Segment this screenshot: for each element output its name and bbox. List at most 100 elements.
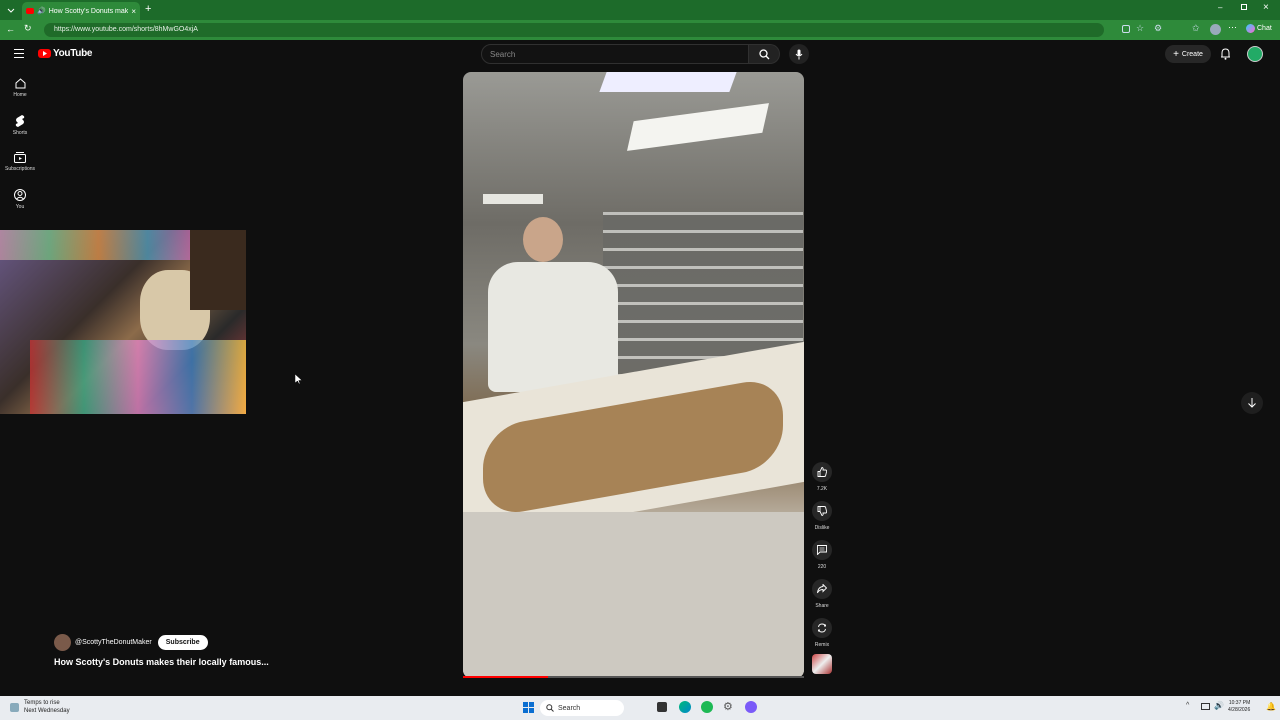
shorts-icon [15,115,25,127]
share-icon [817,584,827,594]
remix-button[interactable] [812,618,832,638]
clock-time: 10:37 PM [1228,700,1251,706]
maximize-button[interactable] [1241,4,1247,10]
edge-icon[interactable] [679,701,691,713]
comment-count: 220 [817,564,827,570]
notifications-icon[interactable] [1220,47,1231,65]
back-icon[interactable]: ← [6,24,15,34]
weather-icon[interactable] [10,703,19,712]
new-tab-button[interactable]: + [145,3,151,15]
taskbar-clock[interactable]: 10:37 PM 4/28/2026 [1228,700,1250,714]
dislike-action: Dislike [810,501,834,531]
short-title[interactable]: How Scotty's Donuts makes their locally … [54,657,269,667]
home-icon [15,78,25,89]
weather-line1: Temps to rise [24,700,60,706]
plus-icon: + [1173,48,1179,60]
tray-chevron-icon[interactable]: ^ [1186,702,1189,709]
settings-icon[interactable]: ⚙ [1154,23,1162,34]
chat-label: Chat [1257,25,1272,32]
comments-button[interactable] [812,540,832,560]
refresh-icon[interactable]: ↻ [24,23,32,34]
comment-icon [817,545,827,555]
browser-tab-bar: 🔊 How Scotty's Donuts makes th × + – × [0,0,1280,20]
account-avatar[interactable] [1247,46,1263,62]
taskbar-search[interactable]: Search [540,700,624,716]
sound-thumbnail[interactable] [812,654,832,674]
taskbar-search-label: Search [558,704,581,712]
share-label: Share [815,603,829,609]
volume-icon[interactable]: 🔊 [1214,701,1224,710]
tab-title: How Scotty's Donuts makes th [48,7,129,15]
voice-search-button[interactable] [789,44,809,64]
minimize-button[interactable]: – [1218,3,1222,12]
arrow-down-icon [1248,398,1256,408]
youtube-favicon-icon [26,8,34,14]
share-button[interactable] [812,579,832,599]
search-icon [546,704,554,712]
video-progress-fill [463,676,549,678]
subscribe-button[interactable]: Subscribe [157,635,208,650]
network-icon[interactable] [1201,703,1210,710]
thumbs-down-icon [817,506,827,516]
search-icon [758,48,769,59]
sidebar-label-home: Home [13,92,27,98]
channel-info: @ScottyTheDonutMaker Subscribe [54,634,208,651]
sidebar-item-you[interactable]: You [4,189,36,210]
comments-action: 220 [810,540,834,570]
notification-bell-icon[interactable]: 🔔 [1266,702,1276,711]
obs-icon[interactable] [745,701,757,713]
sidebar-item-subscriptions[interactable]: Subscriptions [4,152,36,172]
close-window-button[interactable]: × [1263,2,1269,13]
remix-label: Remix [814,642,830,648]
favorite-icon[interactable]: ☆ [1136,23,1144,34]
sidebar-item-home[interactable]: Home [4,78,36,98]
sidebar-label-shorts: Shorts [12,130,28,136]
start-button[interactable] [523,702,534,713]
webcam-overlay [0,230,246,414]
you-icon [14,189,26,201]
dislike-button[interactable] [812,501,832,521]
sidebar-item-shorts[interactable]: Shorts [4,115,36,136]
sidebar-label-subscriptions: Subscriptions [4,166,35,172]
microphone-icon [795,49,803,59]
thumbs-up-icon [817,467,827,477]
settings-app-icon[interactable]: ⚙ [723,700,733,713]
channel-name[interactable]: @ScottyTheDonutMaker [75,639,152,646]
like-count: 7.2K [816,486,828,492]
weather-line2: Next Wednesday [24,708,70,714]
extensions-icon[interactable] [1122,25,1130,33]
sidebar-label-you: You [15,204,25,210]
search-input[interactable]: Search [481,44,749,64]
menu-icon[interactable] [14,49,24,58]
video-progress-bar[interactable] [463,676,804,678]
search-button[interactable] [749,44,780,64]
create-label: Create [1181,50,1203,58]
spotify-icon[interactable] [701,701,713,713]
like-button[interactable] [812,462,832,482]
more-icon[interactable]: ⋯ [1228,22,1237,33]
audio-icon[interactable]: 🔊 [37,7,46,15]
subscriptions-icon [14,152,26,163]
remix-icon [818,623,826,633]
windows-taskbar: Temps to rise Next Wednesday Search ⚙ ^ … [0,696,1280,720]
profile-avatar[interactable] [1210,24,1221,35]
create-button[interactable]: + Create [1165,45,1211,63]
weather-widget[interactable]: Temps to rise Next Wednesday [24,699,70,715]
chat-button[interactable]: Chat [1246,24,1272,33]
short-video-player[interactable] [463,72,804,678]
remix-action: Remix [810,618,834,648]
url-field[interactable]: https://www.youtube.com/shorts/8hMwGO4xj… [44,23,1104,37]
address-bar-row: ← ↻ https://www.youtube.com/shorts/8hMwG… [0,20,1280,40]
browser-tab[interactable]: 🔊 How Scotty's Donuts makes th × [22,2,140,20]
share-action: Share [810,579,834,609]
channel-avatar[interactable] [54,634,71,651]
like-action: 7.2K [810,462,834,492]
close-tab-icon[interactable]: × [131,7,136,16]
youtube-logo[interactable]: YouTube [38,48,93,59]
clock-date: 4/28/2026 [1228,707,1251,713]
collections-icon[interactable]: ✩ [1192,23,1200,34]
youtube-play-icon [38,49,51,58]
task-view-icon[interactable] [657,702,667,712]
next-short-button[interactable] [1241,392,1263,414]
tab-list-icon[interactable] [6,5,16,15]
